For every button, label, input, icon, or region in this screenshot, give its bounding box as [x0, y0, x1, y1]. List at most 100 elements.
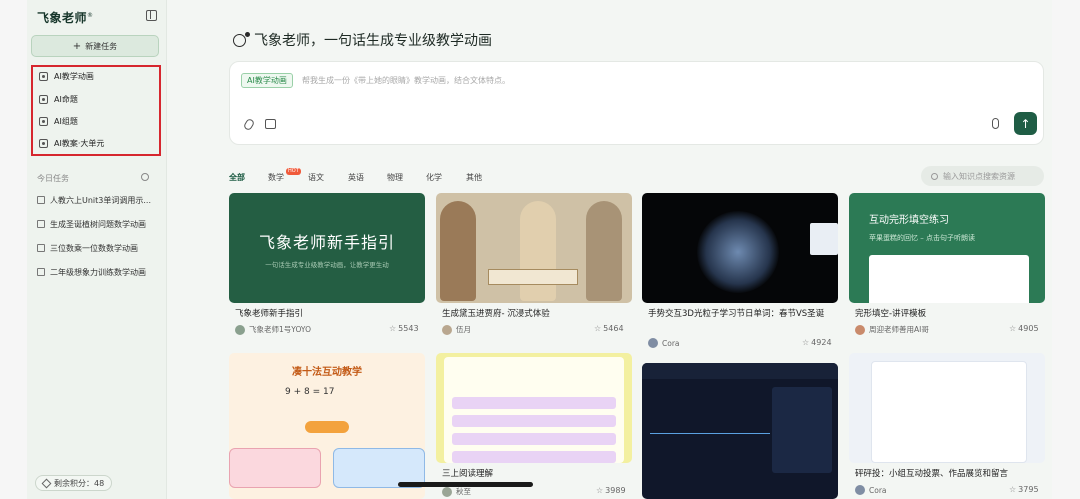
microphone-icon[interactable] — [992, 118, 999, 129]
brand-logo[interactable]: 飞象老师® — [37, 9, 94, 26]
tab-all[interactable]: 全部 — [229, 170, 268, 184]
thumb-title: 互动完形填空练习 — [869, 215, 949, 226]
card-stars[interactable]: ☆ 3989 — [596, 486, 626, 495]
card-title[interactable]: 完形填空-讲评模板 — [855, 308, 1041, 320]
logo-icon — [233, 31, 250, 47]
document-icon — [37, 244, 45, 252]
card-thumbnail[interactable]: 飞象老师新手指引 一句话生成专业级教学动画，让教学更生动 — [229, 193, 425, 303]
tab-physics[interactable]: 物理 — [387, 170, 426, 184]
sidebar-item-label: AI教学动画 — [54, 71, 94, 81]
today-tasks-heading: 今日任务 — [37, 174, 69, 183]
tab-english[interactable]: 英语 — [348, 170, 387, 184]
sidebar-item-ai-compose[interactable]: AI组题 — [39, 114, 78, 128]
card-thumbnail[interactable] — [642, 193, 838, 303]
left-screen-edge — [0, 0, 27, 499]
prompt-input-box[interactable]: AI教学动画 帮我生成一份《带上她的眼睛》教学动画，结合文体特点。 ↑ — [229, 61, 1044, 145]
task-item[interactable]: 生成圣诞植树问题数学动画 — [37, 217, 155, 231]
tab-math[interactable]: 数学 HOT — [268, 168, 308, 184]
star-count: 4905 — [1018, 324, 1039, 333]
author-name: 周迎老师善用AI哥 — [869, 325, 929, 334]
prompt-placeholder[interactable]: 帮我生成一份《带上她的眼睛》教学动画，结合文体特点。 — [302, 75, 510, 86]
image-upload-icon[interactable] — [265, 119, 276, 129]
attachment-icon[interactable] — [242, 117, 256, 132]
task-item[interactable]: 三位数乘一位数数学动画 — [37, 241, 155, 255]
card-stars[interactable]: ☆ 3795 — [1009, 485, 1039, 494]
star-count: 5543 — [398, 324, 419, 333]
card-stars[interactable]: ☆ 5464 — [594, 324, 624, 333]
thumb-subtitle: 一句话生成专业级教学动画，让教学更生动 — [265, 261, 389, 269]
sidebar-item-label: AI组题 — [54, 116, 78, 126]
avatar — [648, 338, 658, 348]
task-search-icon[interactable] — [141, 173, 149, 181]
tab-chemistry[interactable]: 化学 — [426, 170, 466, 184]
card-title[interactable]: 飞象老师新手指引 — [235, 308, 421, 320]
sidebar-collapse-icon[interactable] — [146, 10, 157, 21]
star-icon: ☆ — [594, 324, 602, 333]
avatar — [442, 486, 452, 497]
ai-tools-highlight-box: AI教学动画 AI命题 AI组题 AI教案·大单元 — [31, 65, 161, 156]
unit-row — [452, 397, 616, 409]
resource-card[interactable]: 三上阅读理解 秋至 ☆ 3989 — [436, 353, 632, 499]
tab-label: 数学 — [268, 172, 284, 182]
resource-card[interactable]: 砰砰投：小组互动投票、作品展览和留言 Cora ☆ 3795 — [849, 353, 1045, 499]
search-icon — [931, 172, 938, 180]
new-task-button[interactable]: + 新建任务 — [31, 35, 159, 57]
resource-card[interactable]: 手势交互3D光粒子学习节日单词：春节VS圣诞 Cora ☆ 4924 — [642, 193, 838, 350]
card-stars[interactable]: ☆ 4905 — [1009, 324, 1039, 333]
card-thumbnail[interactable] — [849, 353, 1045, 463]
card-title[interactable]: 三上阅读理解 — [442, 468, 628, 480]
star-count: 4924 — [811, 338, 832, 347]
thumb-subtitle: 苹果蛋糕的回忆 – 点击句子听朗读 — [869, 234, 975, 242]
card-stars[interactable]: ☆ 5543 — [389, 324, 419, 333]
task-item[interactable]: 二年级想象力训练数学动画 — [37, 265, 155, 279]
exam-icon — [39, 94, 48, 104]
main-content: 飞象老师，一句话生成专业级教学动画 AI教学动画 帮我生成一份《带上她的眼睛》教… — [167, 0, 1052, 499]
resource-card[interactable]: 互动完形填空练习 苹果蛋糕的回忆 – 点击句子听朗读 完形填空-讲评模板 周迎老… — [849, 193, 1045, 348]
document-icon — [37, 196, 45, 204]
sidebar-item-ai-animation[interactable]: AI教学动画 — [39, 69, 94, 83]
card-stars[interactable]: ☆ 4924 — [802, 338, 832, 347]
star-count: 3989 — [605, 486, 626, 495]
author-name: Cora — [869, 485, 887, 495]
resource-card[interactable]: 飞象老师新手指引 一句话生成专业级教学动画，让教学更生动 飞象老师新手指引 飞象… — [229, 193, 425, 348]
send-button[interactable]: ↑ — [1014, 112, 1037, 135]
star-icon: ☆ — [596, 486, 604, 495]
resource-search-input[interactable]: 输入知识点搜索资源 — [921, 166, 1044, 186]
card-thumbnail[interactable] — [436, 193, 632, 303]
sidebar-item-ai-exam[interactable]: AI命题 — [39, 92, 78, 106]
card-author: 秋至 — [442, 486, 471, 497]
star-icon: ☆ — [1009, 485, 1017, 494]
figure-illustration — [440, 201, 476, 301]
card-title[interactable]: 生成黛玉进贾府- 沉浸式体验 — [442, 308, 628, 320]
dialog-box — [488, 269, 578, 285]
resource-card[interactable]: 生成黛玉进贾府- 沉浸式体验 伍月 ☆ 5464 — [436, 193, 632, 348]
card-thumbnail[interactable]: 凑十法互动教学 9 + 8 = 17 — [229, 353, 425, 499]
card-author: 飞象老师1号YOYO — [235, 324, 311, 335]
search-placeholder: 输入知识点搜索资源 — [943, 171, 1015, 181]
author-name: 伍月 — [456, 325, 471, 334]
tab-other[interactable]: 其他 — [466, 170, 506, 184]
star-count: 5464 — [603, 324, 624, 333]
card-title[interactable]: 砰砰投：小组互动投票、作品展览和留言 — [855, 468, 1041, 480]
home-indicator[interactable] — [398, 482, 533, 487]
points-badge[interactable]: 剩余积分：48 — [35, 475, 113, 491]
card-thumbnail[interactable]: 互动完形填空练习 苹果蛋糕的回忆 – 点击句子听朗读 — [849, 193, 1045, 303]
worksheet-preview — [444, 357, 624, 463]
thumb-title: 飞象老师新手指引 — [258, 233, 395, 252]
card-thumbnail[interactable] — [642, 363, 838, 499]
page-title: 飞象老师，一句话生成专业级教学动画 — [233, 30, 492, 50]
light-ray — [650, 433, 770, 434]
avatar — [855, 324, 865, 335]
mode-tag[interactable]: AI教学动画 — [241, 73, 293, 88]
tab-chinese[interactable]: 语文 — [308, 170, 348, 184]
author-name: 秋至 — [456, 487, 471, 496]
task-item[interactable]: 人教六上Unit3单词调用示... — [37, 193, 155, 207]
diamond-icon — [41, 478, 52, 488]
card-thumbnail[interactable] — [436, 353, 632, 463]
resource-card[interactable] — [642, 363, 838, 499]
sidebar-item-ai-lesson[interactable]: AI教案·大单元 — [39, 136, 104, 150]
resource-card[interactable]: 凑十法互动教学 9 + 8 = 17 — [229, 353, 425, 499]
card-title[interactable]: 手势交互3D光粒子学习节日单词：春节VS圣诞 — [648, 308, 834, 320]
task-label: 人教六上Unit3单词调用示... — [50, 195, 152, 205]
worksheet-preview — [869, 255, 1029, 303]
